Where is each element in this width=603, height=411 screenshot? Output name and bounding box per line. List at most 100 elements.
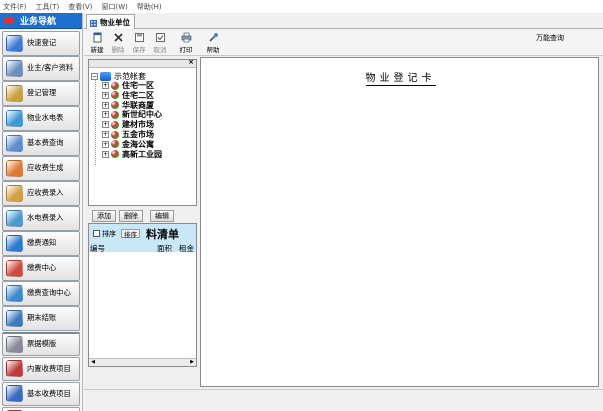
cancel-button[interactable]: 取消 (150, 32, 170, 54)
tree-panel-titlebar: × (89, 58, 196, 68)
sort-checkbox-label: 排序 (102, 230, 116, 238)
menu-help[interactable]: 帮助(H) (137, 2, 162, 12)
universal-query-link[interactable]: 万能查询 (536, 33, 564, 43)
sidebar-item-5[interactable]: 应收费生成 (2, 156, 80, 181)
sidebar-item-7[interactable]: 水电费录入 (2, 206, 80, 231)
menu-file[interactable]: 文件(F) (3, 2, 27, 12)
property-globe-icon (111, 150, 119, 159)
sidebar-item-label: 内置收费项目 (27, 363, 71, 373)
help-button[interactable]: 帮助 (203, 32, 223, 54)
column-header-area[interactable]: 面积 (157, 243, 172, 254)
sidebar-item-4[interactable]: 基本费查询 (2, 131, 80, 156)
list-header-area: 排序 排序 料清单 编号 面积 租金 (89, 224, 196, 254)
expand-icon[interactable]: + (102, 101, 109, 109)
menu-tools[interactable]: 工具(T) (36, 2, 60, 12)
list-heading: 料清单 (146, 228, 179, 241)
entry-icon (6, 184, 23, 202)
sidebar-item-11[interactable]: 期末结账 (2, 306, 80, 331)
document-tab-row: 物业单位 (84, 13, 603, 29)
menu-window[interactable]: 窗口(W) (102, 2, 128, 12)
help-icon (208, 33, 218, 42)
sidebar-item-label: 物业水电表 (27, 113, 64, 123)
scroll-left-arrow-icon[interactable]: ◀ (89, 359, 97, 366)
sidebar-item-label: 票据模版 (27, 339, 57, 349)
tab-property-unit[interactable]: 物业单位 (86, 14, 135, 29)
column-header-rent[interactable]: 租金 (179, 243, 194, 254)
notice-globe-icon (6, 234, 23, 252)
sidebar-item-label: 缴费中心 (27, 263, 57, 273)
sort-button[interactable]: 排序 (121, 229, 140, 239)
builtin-fee-icon (6, 360, 23, 378)
sidebar-item-9[interactable]: 缴费中心 (2, 256, 80, 281)
menu-view[interactable]: 查看(V) (68, 2, 92, 12)
payment-people-icon (6, 259, 23, 277)
sidebar-item-0[interactable]: 快速登记 (2, 31, 80, 56)
sidebar-item-label: 快速登记 (27, 38, 57, 48)
sidebar-item-14[interactable]: 基本收费项目 (2, 381, 80, 406)
sidebar-item-label: 期末结账 (27, 313, 57, 323)
menu-bar: 文件(F) 工具(T) 查看(V) 窗口(W) 帮助(H) (0, 0, 603, 13)
tab-label: 物业单位 (100, 17, 130, 27)
clipboard-icon (6, 34, 23, 52)
property-globe-icon (111, 101, 119, 110)
receipt-template-icon (6, 335, 23, 353)
printer-icon (181, 32, 191, 43)
sidebar-item-1[interactable]: 业主/客户资料 (2, 56, 80, 81)
register-book-icon (6, 84, 23, 102)
expand-icon[interactable]: + (102, 91, 109, 99)
sidebar-item-label: 基本收费项目 (27, 388, 71, 398)
generate-icon (6, 159, 23, 177)
delete-button[interactable]: 删除 (108, 32, 128, 54)
sidebar-item-3[interactable]: 物业水电表 (2, 106, 80, 131)
sidebar-item-13[interactable]: 内置收费项目 (2, 356, 80, 381)
tree-node-7[interactable]: + 高新工业园 (102, 149, 162, 160)
delete-x-icon (113, 33, 123, 42)
save-button[interactable]: 保存 (129, 32, 149, 54)
sidebar-item-label: 缴费通知 (27, 238, 57, 248)
expand-icon[interactable]: + (102, 111, 109, 119)
property-globe-icon (111, 91, 119, 100)
sidebar-title: 业务导航 (20, 17, 57, 27)
sidebar-item-6[interactable]: 应收费录入 (2, 181, 80, 206)
new-doc-icon (93, 32, 101, 43)
property-list-panel: 排序 排序 料清单 编号 面积 租金 ◀ ▶ (88, 223, 197, 367)
expand-icon[interactable]: + (102, 140, 109, 148)
close-icon[interactable]: × (188, 58, 194, 66)
scroll-right-arrow-icon[interactable]: ▶ (188, 359, 196, 366)
add-button[interactable]: 添加 (92, 210, 116, 222)
expand-icon[interactable]: + (102, 131, 109, 138)
tree-button-row: 添加 删除 编辑 (88, 210, 197, 222)
expand-icon[interactable]: + (102, 121, 109, 129)
sidebar-item-2[interactable]: 登记管理 (2, 81, 80, 106)
contact-card-icon (6, 59, 23, 77)
sidebar-item-label: 基本费查询 (27, 138, 64, 148)
registration-card-panel: 物业登记卡 (200, 57, 599, 387)
sidebar-item-label: 应收费录入 (27, 188, 64, 198)
status-bar (84, 389, 603, 411)
list-horizontal-scrollbar[interactable]: ◀ ▶ (89, 358, 196, 366)
tree-connector-line (95, 77, 96, 165)
new-button[interactable]: 新建 (87, 32, 107, 54)
toolbar: 新建 删除 保存 取消 打印 帮助 万能查询 (84, 30, 603, 56)
sidebar-item-10[interactable]: 缴费查询中心 (2, 281, 80, 306)
sidebar-item-12[interactable]: 票据模版 (2, 331, 80, 356)
column-header-number[interactable]: 编号 (90, 243, 105, 254)
print-button[interactable]: 打印 (176, 32, 196, 54)
edit-button[interactable]: 编辑 (150, 210, 174, 222)
card-title: 物业登记卡 (365, 73, 436, 86)
magnifier-icon (6, 134, 23, 152)
sidebar-item-label: 水电费录入 (27, 213, 64, 223)
property-tree-panel: × − 示范帐套 + 住宅一区 + 住宅二区 + 华联商厦 + 新世纪中心 + 建材市场 + 五金市场… (88, 58, 197, 206)
expand-icon[interactable]: + (102, 150, 109, 158)
expand-icon[interactable]: + (102, 82, 109, 89)
meter-icon (6, 109, 23, 127)
basic-fee-icon (6, 385, 23, 403)
query-globe-icon (6, 284, 23, 302)
sidebar-item-8[interactable]: 缴费通知 (2, 231, 80, 256)
collapse-icon[interactable]: − (91, 73, 98, 80)
sidebar-item-label: 应收费生成 (27, 163, 64, 173)
remove-button[interactable]: 删除 (119, 210, 143, 222)
sidebar-item-15[interactable]: 水电表项目 (2, 406, 80, 411)
nav-flag-icon (4, 17, 14, 24)
sort-checkbox[interactable] (93, 230, 100, 237)
